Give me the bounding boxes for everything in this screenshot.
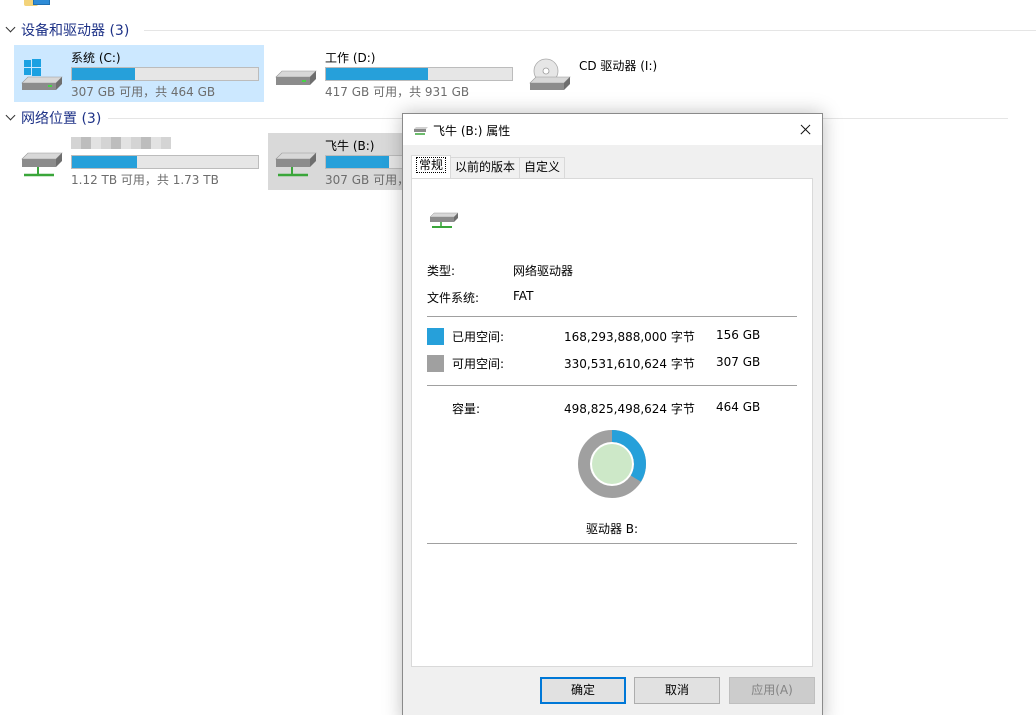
- used-space-swatch: [427, 328, 444, 345]
- group-header-devices[interactable]: 设备和驱动器 (3): [4, 19, 1036, 41]
- drive-tile-d[interactable]: 工作 (D:) 417 GB 可用，共 931 GB: [268, 45, 518, 102]
- used-space-size: 156 GB: [716, 328, 761, 342]
- free-space-label: 可用空间:: [452, 357, 505, 371]
- drive-info: 417 GB 可用，共 931 GB: [325, 85, 470, 99]
- tab-previous-versions[interactable]: 以前的版本: [450, 157, 521, 178]
- capacity-bytes: 498,825,498,624 字节: [564, 402, 695, 416]
- network-drive-icon: [414, 127, 428, 135]
- drive-usage-bar: [71, 67, 259, 81]
- hard-drive-icon: [275, 70, 317, 85]
- dialog-title: 飞牛 (B:) 属性: [433, 124, 511, 138]
- donut-center: [592, 444, 632, 484]
- drive-name: 工作 (D:): [325, 51, 376, 65]
- used-space-bytes: 168,293,888,000 字节: [564, 330, 695, 344]
- separator: [427, 385, 797, 386]
- drive-usage-bar: [325, 67, 513, 81]
- drive-tile-c[interactable]: 系统 (C:) 307 GB 可用，共 464 GB: [14, 45, 264, 102]
- drive-info: 307 GB 可用，: [325, 173, 410, 187]
- dialog-titlebar[interactable]: 飞牛 (B:) 属性: [403, 114, 822, 145]
- tab-strip: 常规 以前的版本 自定义: [411, 155, 566, 178]
- drive-usage-bar: [71, 155, 259, 169]
- drive-name-blurred: [71, 137, 171, 152]
- drive-name: CD 驱动器 (I:): [579, 59, 658, 73]
- filesystem-value: FAT: [513, 289, 534, 303]
- network-drive-icon: [275, 152, 317, 177]
- drive-name: 系统 (C:): [71, 51, 121, 65]
- filesystem-label: 文件系统:: [427, 291, 480, 305]
- ok-button[interactable]: 确定: [540, 677, 626, 704]
- drive-info: 1.12 TB 可用，共 1.73 TB: [71, 173, 219, 187]
- apply-button[interactable]: 应用(A): [729, 677, 815, 704]
- chevron-down-icon[interactable]: [4, 23, 18, 37]
- capacity-label: 容量:: [452, 402, 481, 416]
- group-header-network[interactable]: 网络位置 (3): [4, 107, 1008, 129]
- drive-info: 307 GB 可用，共 464 GB: [71, 85, 216, 99]
- separator: [427, 543, 797, 544]
- tab-general[interactable]: 常规: [411, 155, 452, 178]
- free-space-swatch: [427, 355, 444, 372]
- network-drive-icon: [21, 152, 63, 177]
- group-divider: [144, 30, 1036, 31]
- properties-dialog: 飞牛 (B:) 属性 常规 以前的版本 自定义 类型: 网络驱动器 文件系统: …: [402, 113, 823, 715]
- used-space-label: 已用空间:: [452, 330, 505, 344]
- drive-tile-i[interactable]: CD 驱动器 (I:): [522, 45, 772, 102]
- windows-drive-icon: [21, 59, 63, 90]
- separator: [427, 316, 797, 317]
- free-space-bytes: 330,531,610,624 字节: [564, 357, 695, 371]
- type-value: 网络驱动器: [513, 264, 574, 278]
- group-label: 设备和驱动器 (3): [21, 23, 130, 39]
- folder-icon: [24, 0, 50, 8]
- cancel-button[interactable]: 取消: [634, 677, 720, 704]
- disk-usage-donut: [578, 430, 646, 498]
- capacity-size: 464 GB: [716, 400, 761, 414]
- network-drive-icon: [429, 212, 459, 228]
- tab-customize[interactable]: 自定义: [519, 157, 566, 178]
- cd-drive-icon: [529, 58, 571, 90]
- drive-letter-label: 驱动器 B:: [585, 522, 639, 536]
- general-panel: 类型: 网络驱动器 文件系统: FAT 已用空间: 168,293,888,00…: [411, 178, 813, 667]
- tab-label: 常规: [416, 157, 447, 173]
- network-drive-tile-1[interactable]: 1.12 TB 可用，共 1.73 TB: [14, 133, 264, 190]
- chevron-down-icon[interactable]: [4, 111, 18, 125]
- free-space-size: 307 GB: [716, 355, 761, 369]
- type-label: 类型:: [427, 264, 456, 278]
- drive-name: 飞牛 (B:): [325, 139, 375, 153]
- close-button[interactable]: [788, 114, 822, 145]
- group-label: 网络位置 (3): [21, 111, 102, 127]
